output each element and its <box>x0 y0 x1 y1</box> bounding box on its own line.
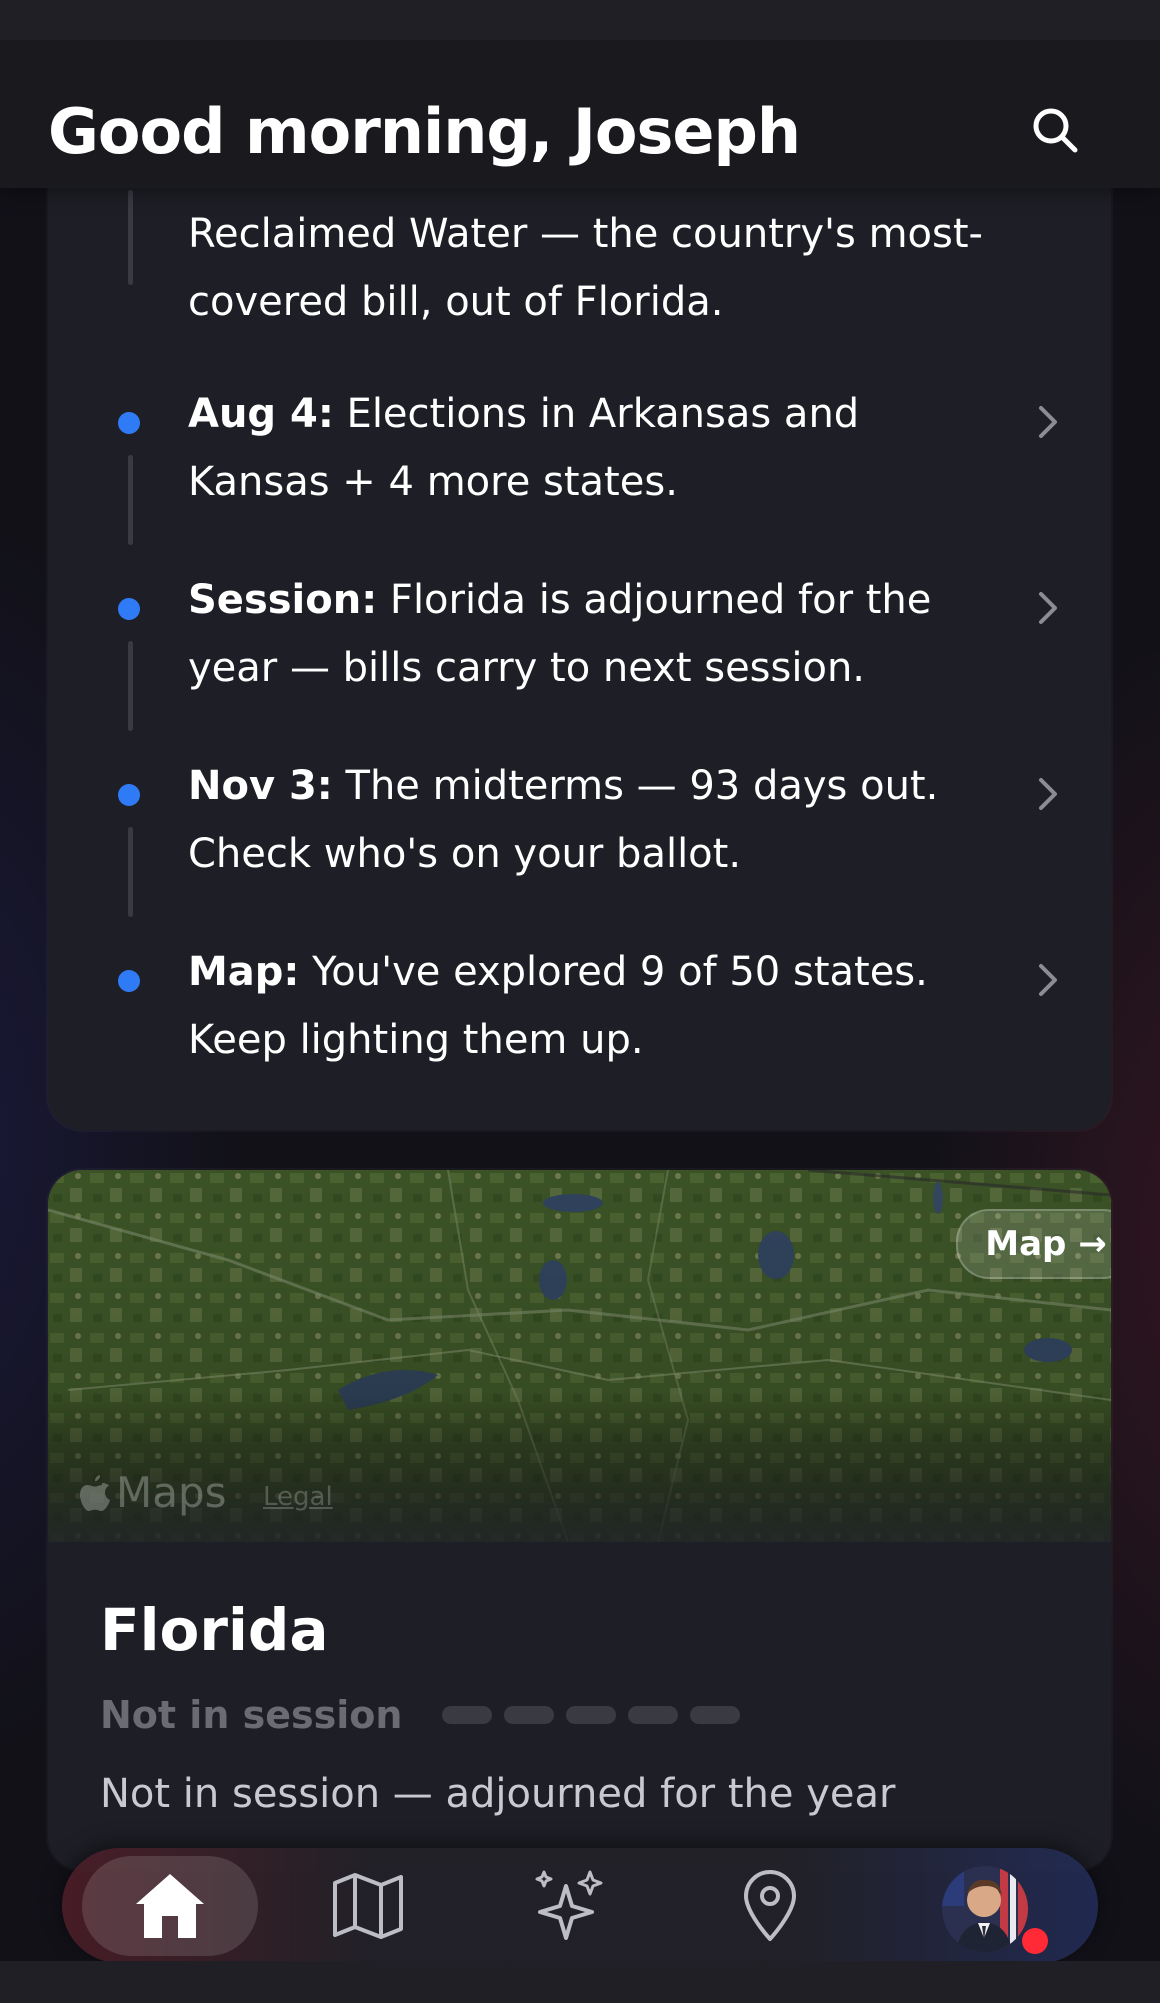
daily-briefing-card: Reclaimed Water — the country's most-cov… <box>48 150 1111 1130</box>
feed-item-label: Nov 3: <box>188 763 333 809</box>
state-map-preview[interactable]: Map → Maps Legal <box>48 1170 1111 1542</box>
location-pin-icon <box>744 1870 796 1941</box>
progress-pill <box>566 1706 616 1724</box>
legal-link[interactable]: Legal <box>263 1482 333 1512</box>
open-map-button[interactable]: Map → <box>956 1209 1111 1279</box>
feed-item-partial-text: Reclaimed Water — the country's most-cov… <box>188 211 983 325</box>
maps-attribution: Maps <box>78 1468 227 1517</box>
feed-item-text: You've explored 9 of 50 states. Keep lig… <box>188 949 928 1063</box>
timeline-dot <box>118 784 140 806</box>
session-description: Not in session — adjourned for the year <box>100 1771 896 1817</box>
tab-home[interactable] <box>82 1856 258 1956</box>
progress-pill <box>690 1706 740 1724</box>
greeting-title: Good morning, Joseph <box>48 95 801 168</box>
feed-item-label: Aug 4: <box>188 391 334 437</box>
timeline-dot <box>118 970 140 992</box>
timeline-rail <box>128 641 133 731</box>
tab-map[interactable] <box>280 1856 456 1956</box>
state-name: Florida <box>100 1596 329 1664</box>
feed-item-label: Map: <box>188 949 300 995</box>
progress-pill <box>442 1706 492 1724</box>
timeline-rail <box>128 190 133 285</box>
chevron-right-icon[interactable] <box>1028 774 1068 814</box>
tab-location[interactable] <box>682 1856 858 1956</box>
progress-pill <box>504 1706 554 1724</box>
search-button[interactable] <box>1020 95 1090 165</box>
apple-logo-icon <box>80 1474 110 1511</box>
status-bar <box>0 0 1160 40</box>
feed-item-label: Session: <box>188 577 378 623</box>
progress-pill <box>628 1706 678 1724</box>
profile-avatar[interactable] <box>942 1866 1028 1952</box>
maps-attribution-text: Maps <box>116 1468 227 1517</box>
state-card: Map → Maps Legal Florida Not in session … <box>48 1170 1111 1870</box>
tab-ai[interactable] <box>482 1856 658 1956</box>
map-icon <box>333 1873 403 1939</box>
chevron-right-icon[interactable] <box>1028 588 1068 628</box>
timeline-dot <box>118 598 140 620</box>
timeline-rail <box>128 455 133 545</box>
home-indicator-area <box>0 1961 1160 2003</box>
notification-badge <box>1022 1928 1048 1954</box>
timeline-rail <box>128 827 133 917</box>
session-status: Not in session <box>100 1693 403 1737</box>
session-progress-pills <box>442 1706 740 1724</box>
sparkles-icon <box>535 1870 603 1940</box>
chevron-right-icon[interactable] <box>1028 402 1068 442</box>
timeline-dot <box>118 412 140 434</box>
search-icon <box>1033 108 1078 153</box>
app-header: Good morning, Joseph <box>0 40 1160 188</box>
chevron-right-icon[interactable] <box>1028 960 1068 1000</box>
bottom-tab-bar <box>62 1848 1098 1963</box>
avatar <box>942 1866 1028 1952</box>
home-icon <box>136 1874 204 1938</box>
